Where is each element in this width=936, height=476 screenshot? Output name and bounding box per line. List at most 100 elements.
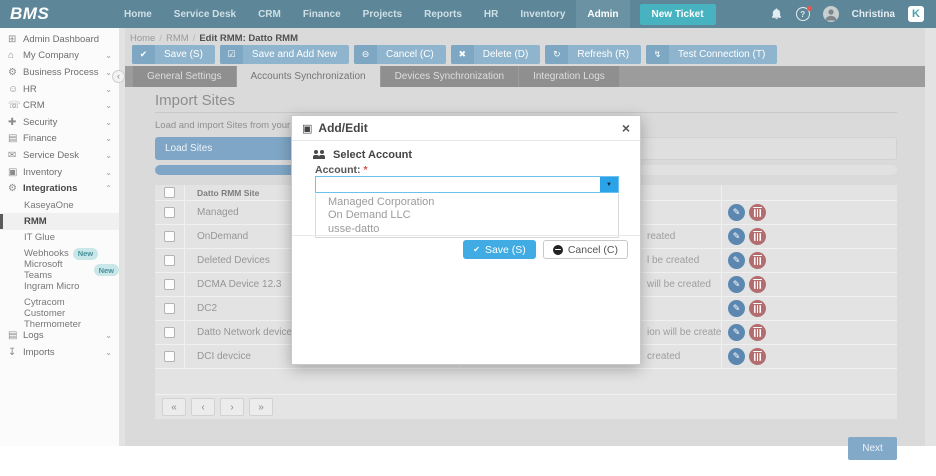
sidebar: ⊞ Admin Dashboard ⌂ My Company ⌄ ⚙ Business Pr… bbox=[0, 28, 119, 446]
edit-button[interactable]: ✎ bbox=[728, 204, 745, 221]
edit-button[interactable]: ✎ bbox=[728, 324, 745, 341]
delete-button[interactable] bbox=[749, 228, 766, 245]
delete-button[interactable] bbox=[749, 204, 766, 221]
account-option[interactable]: On Demand LLC bbox=[316, 209, 618, 223]
nav-item-projects[interactable]: Projects bbox=[352, 0, 413, 28]
row-checkbox[interactable] bbox=[164, 327, 175, 338]
toolbar-button-save-and-add-new[interactable]: ☑ Save and Add New bbox=[219, 45, 349, 64]
row-checkbox[interactable] bbox=[164, 279, 175, 290]
pencil-icon: ✎ bbox=[732, 327, 741, 337]
pencil-icon: ✎ bbox=[732, 351, 741, 361]
row-checkbox-cell bbox=[155, 345, 185, 368]
prev-page-button[interactable]: ‹ bbox=[191, 398, 215, 416]
sidebar-item-my-company[interactable]: ⌂ My Company ⌄ bbox=[0, 48, 119, 65]
delete-button[interactable] bbox=[749, 276, 766, 293]
row-checkbox[interactable] bbox=[164, 207, 175, 218]
row-checkbox-cell bbox=[155, 225, 185, 248]
page-scrollbar[interactable] bbox=[925, 28, 936, 446]
row-checkbox[interactable] bbox=[164, 351, 175, 362]
sidebar-subitem-ingram-micro[interactable]: Ingram Micro bbox=[0, 278, 119, 294]
sidebar-collapse-button[interactable]: ‹ bbox=[112, 70, 125, 83]
first-page-button[interactable]: « bbox=[162, 398, 186, 416]
edit-button[interactable]: ✎ bbox=[728, 348, 745, 365]
nav-item-crm[interactable]: CRM bbox=[247, 0, 292, 28]
row-checkbox-cell bbox=[155, 249, 185, 272]
sidebar-item-security[interactable]: ✚ Security ⌄ bbox=[0, 114, 119, 131]
x-icon: ✖ bbox=[450, 45, 474, 64]
account-option[interactable]: Managed Corporation bbox=[316, 195, 618, 209]
breadcrumb-rmm[interactable]: RMM bbox=[166, 33, 189, 44]
window-icon: ▣ bbox=[302, 122, 313, 135]
select-all-checkbox[interactable] bbox=[164, 187, 175, 198]
sidebar-item-crm[interactable]: ☏ CRM ⌄ bbox=[0, 97, 119, 114]
toolbar-button-refresh-r[interactable]: ↻ Refresh (R) bbox=[545, 45, 642, 64]
dropdown-arrow-icon[interactable] bbox=[600, 177, 618, 192]
help-icon[interactable] bbox=[795, 6, 812, 21]
logs-icon: ▤ bbox=[8, 330, 18, 342]
row-checkbox[interactable] bbox=[164, 231, 175, 242]
mail-icon: ✉ bbox=[8, 149, 17, 161]
row-actions-cell: ✎ bbox=[722, 201, 897, 224]
tab-devices-synchronization[interactable]: Devices Synchronization bbox=[380, 66, 519, 87]
edit-button[interactable]: ✎ bbox=[728, 276, 745, 293]
sidebar-subitem-it-glue[interactable]: IT Glue bbox=[0, 230, 119, 246]
last-page-button[interactable]: » bbox=[249, 398, 273, 416]
pencil-icon: ✎ bbox=[732, 279, 741, 289]
bms-logo: BMS bbox=[10, 4, 50, 23]
row-actions-cell: ✎ bbox=[722, 297, 897, 320]
tab-accounts-synchronization[interactable]: Accounts Synchronization bbox=[236, 66, 380, 87]
toolbar-button-test-connection-t[interactable]: ↯ Test Connection (T) bbox=[646, 45, 778, 64]
sidebar-scrollbar[interactable] bbox=[119, 28, 125, 446]
sidebar-item-imports[interactable]: ↧ Imports ⌄ bbox=[0, 344, 119, 361]
nav-item-service-desk[interactable]: Service Desk bbox=[163, 0, 247, 28]
account-option[interactable]: usse-datto bbox=[316, 222, 618, 236]
row-checkbox[interactable] bbox=[164, 303, 175, 314]
sidebar-item-admin-dashboard[interactable]: ⊞ Admin Dashboard bbox=[0, 31, 119, 48]
sidebar-item-integrations[interactable]: ⚙ Integrations ⌃ bbox=[0, 180, 119, 197]
edit-button[interactable]: ✎ bbox=[728, 252, 745, 269]
breadcrumb-home[interactable]: Home bbox=[130, 33, 155, 44]
sidebar-subitem-customer-thermometer[interactable]: Customer Thermometer bbox=[0, 308, 119, 330]
nav-item-finance[interactable]: Finance bbox=[292, 0, 352, 28]
sidebar-item-finance[interactable]: ▤ Finance ⌄ bbox=[0, 131, 119, 148]
row-checkbox[interactable] bbox=[164, 255, 175, 266]
next-button[interactable]: Next bbox=[848, 437, 897, 460]
nav-item-hr[interactable]: HR bbox=[473, 0, 509, 28]
sidebar-item-business-process[interactable]: ⚙ Business Process ⌄ bbox=[0, 64, 119, 81]
cancel-button[interactable]: Cancel (C) bbox=[542, 240, 628, 259]
sidebar-subitem-microsoft-teams[interactable]: Microsoft Teams New bbox=[0, 259, 119, 281]
delete-button[interactable] bbox=[749, 348, 766, 365]
nav-item-reports[interactable]: Reports bbox=[413, 0, 473, 28]
toolbar-button-delete-d[interactable]: ✖ Delete (D) bbox=[450, 45, 541, 64]
tab-general-settings[interactable]: General Settings bbox=[133, 66, 236, 87]
delete-button[interactable] bbox=[749, 300, 766, 317]
sidebar-subitem-rmm[interactable]: RMM bbox=[0, 213, 119, 230]
edit-button[interactable]: ✎ bbox=[728, 228, 745, 245]
edit-button[interactable]: ✎ bbox=[728, 300, 745, 317]
sidebar-item-logs[interactable]: ▤ Logs ⌄ bbox=[0, 327, 119, 344]
chevron-down-icon: ⌄ bbox=[105, 331, 112, 341]
nav-item-inventory[interactable]: Inventory bbox=[509, 0, 576, 28]
bell-icon[interactable] bbox=[770, 7, 783, 21]
toolbar-button-cancel-c[interactable]: ⊖ Cancel (C) bbox=[353, 45, 446, 64]
avatar[interactable] bbox=[822, 6, 839, 22]
new-ticket-button[interactable]: New Ticket bbox=[639, 3, 716, 25]
toolbar-button-save-s[interactable]: ✔ Save (S) bbox=[132, 45, 215, 64]
sidebar-subitem-kaseyaone[interactable]: KaseyaOne bbox=[0, 197, 119, 213]
trash-icon bbox=[753, 326, 762, 337]
next-page-button[interactable]: › bbox=[220, 398, 244, 416]
chevron-down-icon: ⌄ bbox=[105, 51, 112, 61]
account-combobox[interactable] bbox=[315, 176, 619, 193]
nav-item-home[interactable]: Home bbox=[113, 0, 163, 28]
sidebar-item-hr[interactable]: ☺ HR ⌄ bbox=[0, 81, 119, 98]
kaseya-logo[interactable]: K bbox=[908, 6, 924, 22]
sidebar-item-service-desk[interactable]: ✉ Service Desk ⌄ bbox=[0, 147, 119, 164]
nav-item-admin[interactable]: Admin bbox=[576, 0, 630, 28]
sidebar-item-inventory[interactable]: ▣ Inventory ⌄ bbox=[0, 164, 119, 181]
tab-integration-logs[interactable]: Integration Logs bbox=[519, 66, 619, 87]
save-button[interactable]: ✔ Save (S) bbox=[463, 240, 536, 259]
close-icon[interactable]: × bbox=[622, 121, 630, 135]
trash-icon bbox=[753, 254, 762, 265]
delete-button[interactable] bbox=[749, 324, 766, 341]
delete-button[interactable] bbox=[749, 252, 766, 269]
